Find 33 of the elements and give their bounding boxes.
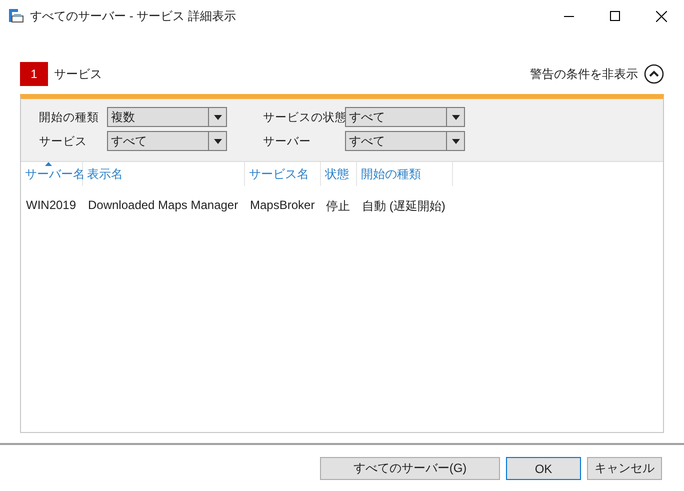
- filter-dropdown[interactable]: すべて: [107, 131, 227, 151]
- maximize-icon: [610, 11, 620, 21]
- filter-dropdown[interactable]: 複数: [107, 107, 227, 127]
- filter-label: サービス: [39, 134, 88, 148]
- column-header[interactable]: 状態: [321, 162, 357, 186]
- dropdown-arrow-icon: [452, 114, 460, 120]
- sort-arrow-icon: [45, 162, 52, 166]
- dropdown-arrow-icon: [214, 114, 222, 120]
- close-icon: [656, 10, 666, 22]
- window-title: すべてのサーバー - サービス 詳細表示: [30, 8, 237, 24]
- dialog-button[interactable]: OK: [506, 457, 581, 480]
- table-cell-text: WIN2019: [25, 197, 78, 214]
- dropdown-arrow-icon: [452, 138, 460, 144]
- table-cell-text: Downloaded Maps Manager: [87, 197, 240, 214]
- hide-conditions-toggle[interactable]: 警告の条件を非表示: [530, 64, 664, 84]
- table-cell-text: MapsBroker: [249, 197, 316, 214]
- chevron-up-icon: [644, 64, 664, 84]
- step-number: 1: [20, 62, 48, 86]
- section-title: サービス: [54, 66, 103, 82]
- dropdown-arrow-icon: [214, 138, 222, 144]
- column-header[interactable]: 表示名: [83, 162, 245, 186]
- app-icon: [8, 8, 24, 24]
- filter-label: サーバー: [263, 134, 312, 148]
- table-cell-text: 停止: [325, 198, 351, 215]
- column-header[interactable]: 開始の種類: [357, 162, 453, 186]
- dialog-button[interactable]: キャンセル: [587, 457, 662, 480]
- filter-dropdown[interactable]: すべて: [345, 107, 465, 127]
- filter-label: 開始の種類: [39, 110, 100, 124]
- filter-dropdown[interactable]: すべて: [345, 131, 465, 151]
- column-header[interactable]: サービス名: [245, 162, 321, 186]
- column-header[interactable]: サーバー名: [21, 162, 83, 186]
- dialog-button[interactable]: すべてのサーバー(G): [320, 457, 500, 480]
- table-cell-text: 自動 (遅延開始): [361, 198, 446, 215]
